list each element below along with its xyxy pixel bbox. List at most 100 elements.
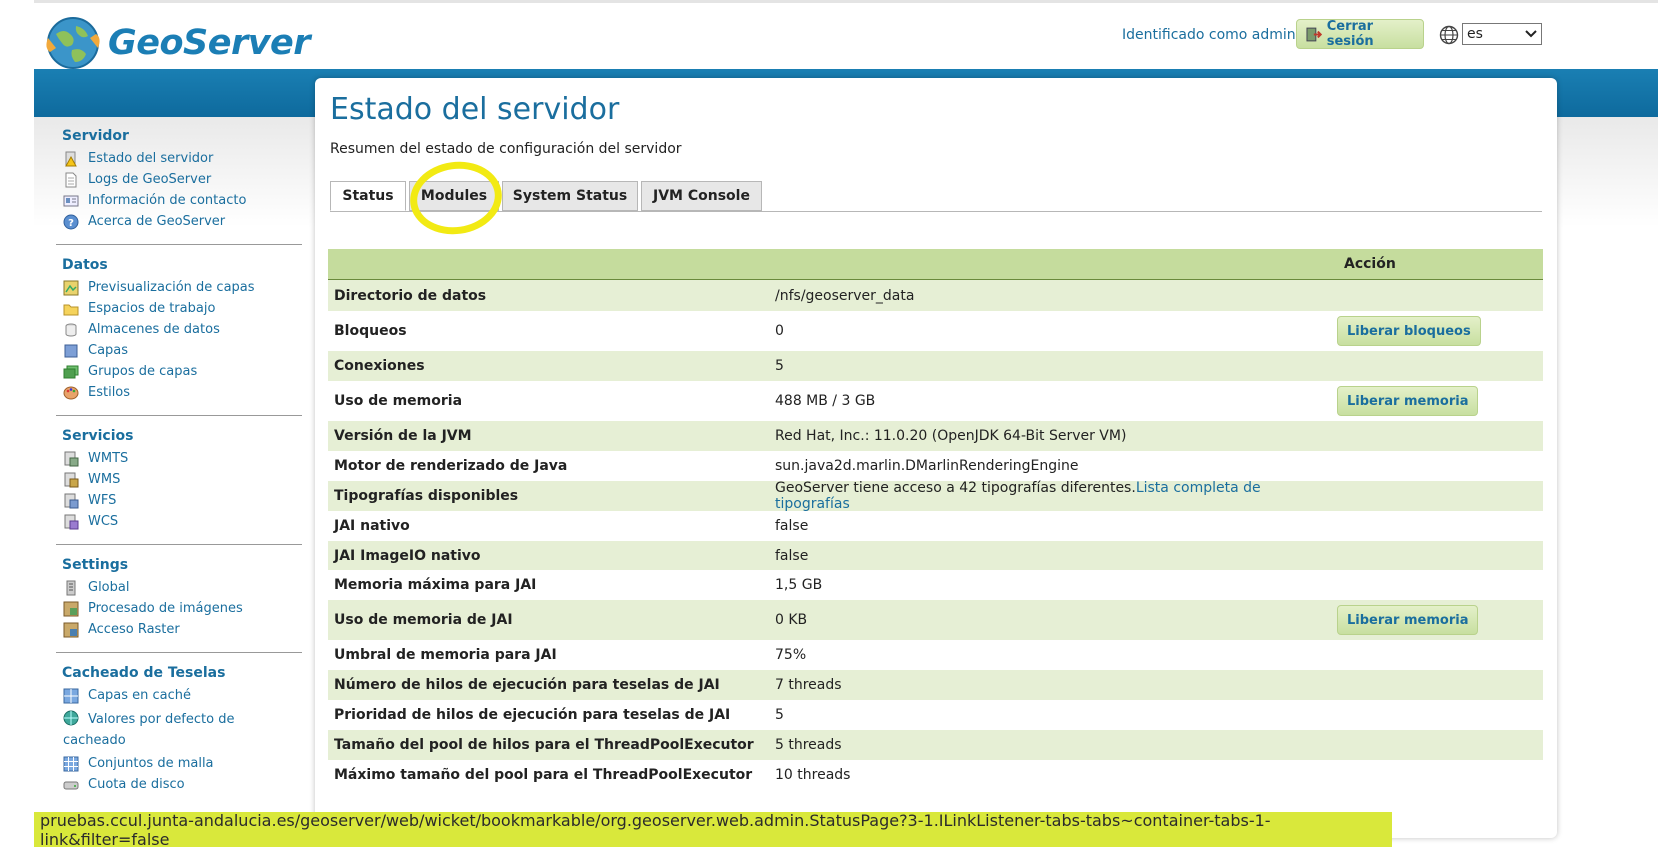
- sidebar-item-conjuntos[interactable]: Conjuntos de malla: [63, 756, 298, 772]
- row-value: 7 threads: [775, 677, 1337, 693]
- sidebar-item-label: WMTS: [88, 451, 129, 466]
- row-action: Liberar memoria: [1337, 386, 1537, 416]
- free-locks-button[interactable]: Liberar bloqueos: [1337, 316, 1481, 346]
- action-column-header: Acción: [1344, 256, 1396, 272]
- table-row: JAI nativo false: [328, 511, 1543, 541]
- sidebar-item-previsualizacion[interactable]: Previsualización de capas: [63, 280, 298, 296]
- page-title: Estado del servidor: [330, 92, 620, 127]
- sidebar-item-acerca[interactable]: ? Acerca de GeoServer: [63, 214, 298, 230]
- row-key: Bloqueos: [334, 323, 407, 339]
- row-value-text: 5: [775, 358, 784, 374]
- sidebar-item-label: Conjuntos de malla: [88, 756, 214, 771]
- sidebar-item-cuota[interactable]: Cuota de disco: [63, 777, 298, 793]
- sidebar-item-wfs[interactable]: WFS: [63, 493, 298, 509]
- logout-button[interactable]: Cerrar sesión: [1296, 19, 1424, 49]
- settings-icon: [66, 580, 76, 596]
- row-key: JAI ImageIO nativo: [334, 547, 481, 564]
- table-header: Acción: [328, 249, 1543, 280]
- sidebar-item-capas-cache[interactable]: Capas en caché: [63, 688, 298, 704]
- sidebar-item-label: Capas: [88, 343, 129, 358]
- sidebar-item-capas[interactable]: Capas: [63, 343, 298, 359]
- sidebar-item-contacto[interactable]: Información de contacto: [63, 193, 298, 209]
- row-key: Tipografías disponibles: [334, 488, 519, 504]
- table-row: Directorio de datos/nfs/geoserver_data: [328, 280, 1543, 311]
- server-status-icon: [65, 151, 77, 167]
- row-value-text: 10 threads: [775, 767, 851, 783]
- row-key: Uso de memoria: [334, 393, 463, 409]
- sidebar-item-wms[interactable]: WMS: [63, 472, 298, 488]
- sidebar-item-label: Global: [88, 580, 130, 595]
- row-key: Máximo tamaño del pool para el ThreadPoo…: [334, 767, 753, 783]
- sidebar-item-label: Logs de GeoServer: [88, 172, 212, 187]
- sidebar-item-estilos[interactable]: Estilos: [63, 385, 298, 401]
- sidebar-item-label: WFS: [88, 493, 117, 508]
- sidebar-item-logs[interactable]: Logs de GeoServer: [63, 172, 298, 188]
- sidebar-item-label: Cuota de disco: [88, 777, 185, 792]
- row-value: 5: [775, 358, 1337, 374]
- service-icon: [64, 451, 79, 467]
- table-row: Número de hilos de ejecución para tesela…: [328, 670, 1543, 700]
- sidebar-section-servidor: Servidor Estado del servidor Logs de Geo…: [56, 128, 302, 245]
- raster-icon: [63, 622, 79, 638]
- row-action: Liberar memoria: [1337, 605, 1537, 635]
- table-row: Prioridad de hilos de ejecución para tes…: [328, 700, 1543, 730]
- page-description: Resumen del estado de configuración del …: [330, 141, 682, 157]
- tab-system-status[interactable]: System Status: [502, 181, 638, 211]
- row-value-text: 1,5 GB: [775, 577, 823, 593]
- tab-jvm-console[interactable]: JVM Console: [641, 181, 762, 211]
- row-value-text: 0 KB: [775, 612, 808, 628]
- sidebar-item-global[interactable]: Global: [63, 580, 298, 596]
- sidebar-item-almacenes[interactable]: Almacenes de datos: [63, 322, 298, 338]
- sidebar-item-valores-defecto[interactable]: Valores por defecto de cacheado: [63, 709, 298, 751]
- contact-card-icon: [63, 195, 79, 207]
- row-key: JAI nativo: [334, 518, 410, 534]
- row-value-text: 0: [775, 323, 784, 339]
- globe-icon: [1439, 25, 1459, 45]
- layer-preview-icon: [63, 280, 79, 296]
- sidebar-item-raster[interactable]: Acceso Raster: [63, 622, 298, 638]
- folder-icon: [63, 304, 79, 316]
- sidebar-item-procesado[interactable]: Procesado de imágenes: [63, 601, 298, 617]
- sidebar-section-cacheado: Cacheado de Teselas Capas en caché Valor…: [58, 665, 298, 793]
- row-value-text: false: [775, 518, 809, 534]
- language-select[interactable]: es: [1462, 23, 1542, 45]
- sidebar-item-wmts[interactable]: WMTS: [63, 451, 298, 467]
- sidebar: Servidor Estado del servidor Logs de Geo…: [56, 128, 302, 801]
- logged-in-label: Identificado como admin.: [1122, 27, 1301, 43]
- sidebar-item-label: Espacios de trabajo: [88, 301, 216, 316]
- table-row: Conexiones 5: [328, 351, 1543, 381]
- geoserver-logo[interactable]: GeoServer: [44, 14, 311, 72]
- free-memory-button[interactable]: Liberar memoria: [1337, 386, 1479, 416]
- grid-icon: [63, 756, 79, 772]
- row-value-text: sun.java2d.marlin.DMarlinRenderingEngine: [775, 458, 1079, 474]
- row-value: 0 KB: [775, 612, 1337, 628]
- sidebar-item-grupos[interactable]: Grupos de capas: [63, 364, 298, 380]
- row-value-text: 75%: [775, 647, 807, 663]
- row-value-text: 488 MB / 3 GB: [775, 393, 876, 409]
- sidebar-item-label: WMS: [88, 472, 121, 487]
- table-row: Tipografías disponibles GeoServer tiene a…: [328, 480, 1543, 512]
- sidebar-item-estado-servidor[interactable]: Estado del servidor: [63, 151, 298, 167]
- row-value: sun.java2d.marlin.DMarlinRenderingEngine: [775, 458, 1337, 474]
- sidebar-item-espacios[interactable]: Espacios de trabajo: [63, 301, 298, 317]
- row-value: 1,5 GB: [775, 577, 1337, 593]
- sidebar-section-servicios: Servicios WMTS WMS WFS WCS: [56, 428, 302, 545]
- row-value: 10 threads: [775, 767, 1337, 783]
- table-row: JAI ImageIO nativo false: [328, 541, 1543, 570]
- sidebar-item-label: Previsualización de capas: [88, 280, 255, 295]
- free-memory-button[interactable]: Liberar memoria: [1337, 605, 1479, 635]
- help-icon: ?: [63, 214, 79, 230]
- row-value: 5 threads: [775, 737, 1337, 753]
- sidebar-item-wcs[interactable]: WCS: [63, 514, 298, 530]
- tab-status[interactable]: Status: [330, 181, 406, 211]
- globe-icon: [63, 710, 79, 726]
- status-url: pruebas.ccul.junta-andalucia.es/geoserve…: [40, 810, 1271, 849]
- row-action: Liberar bloqueos: [1337, 316, 1537, 346]
- table-row: Uso de memoria 488 MB / 3 GB Liberar memor…: [328, 381, 1543, 421]
- table-row: Tamaño del pool de hilos para el ThreadP…: [328, 730, 1543, 760]
- database-icon: [65, 323, 77, 337]
- sidebar-title-settings: Settings: [62, 557, 129, 573]
- row-key: Prioridad de hilos de ejecución para tes…: [334, 707, 731, 723]
- row-value-text: /nfs/geoserver_data: [775, 287, 915, 304]
- row-value-text: Red Hat, Inc.: 11.0.20 (OpenJDK 64-Bit S…: [775, 428, 1127, 444]
